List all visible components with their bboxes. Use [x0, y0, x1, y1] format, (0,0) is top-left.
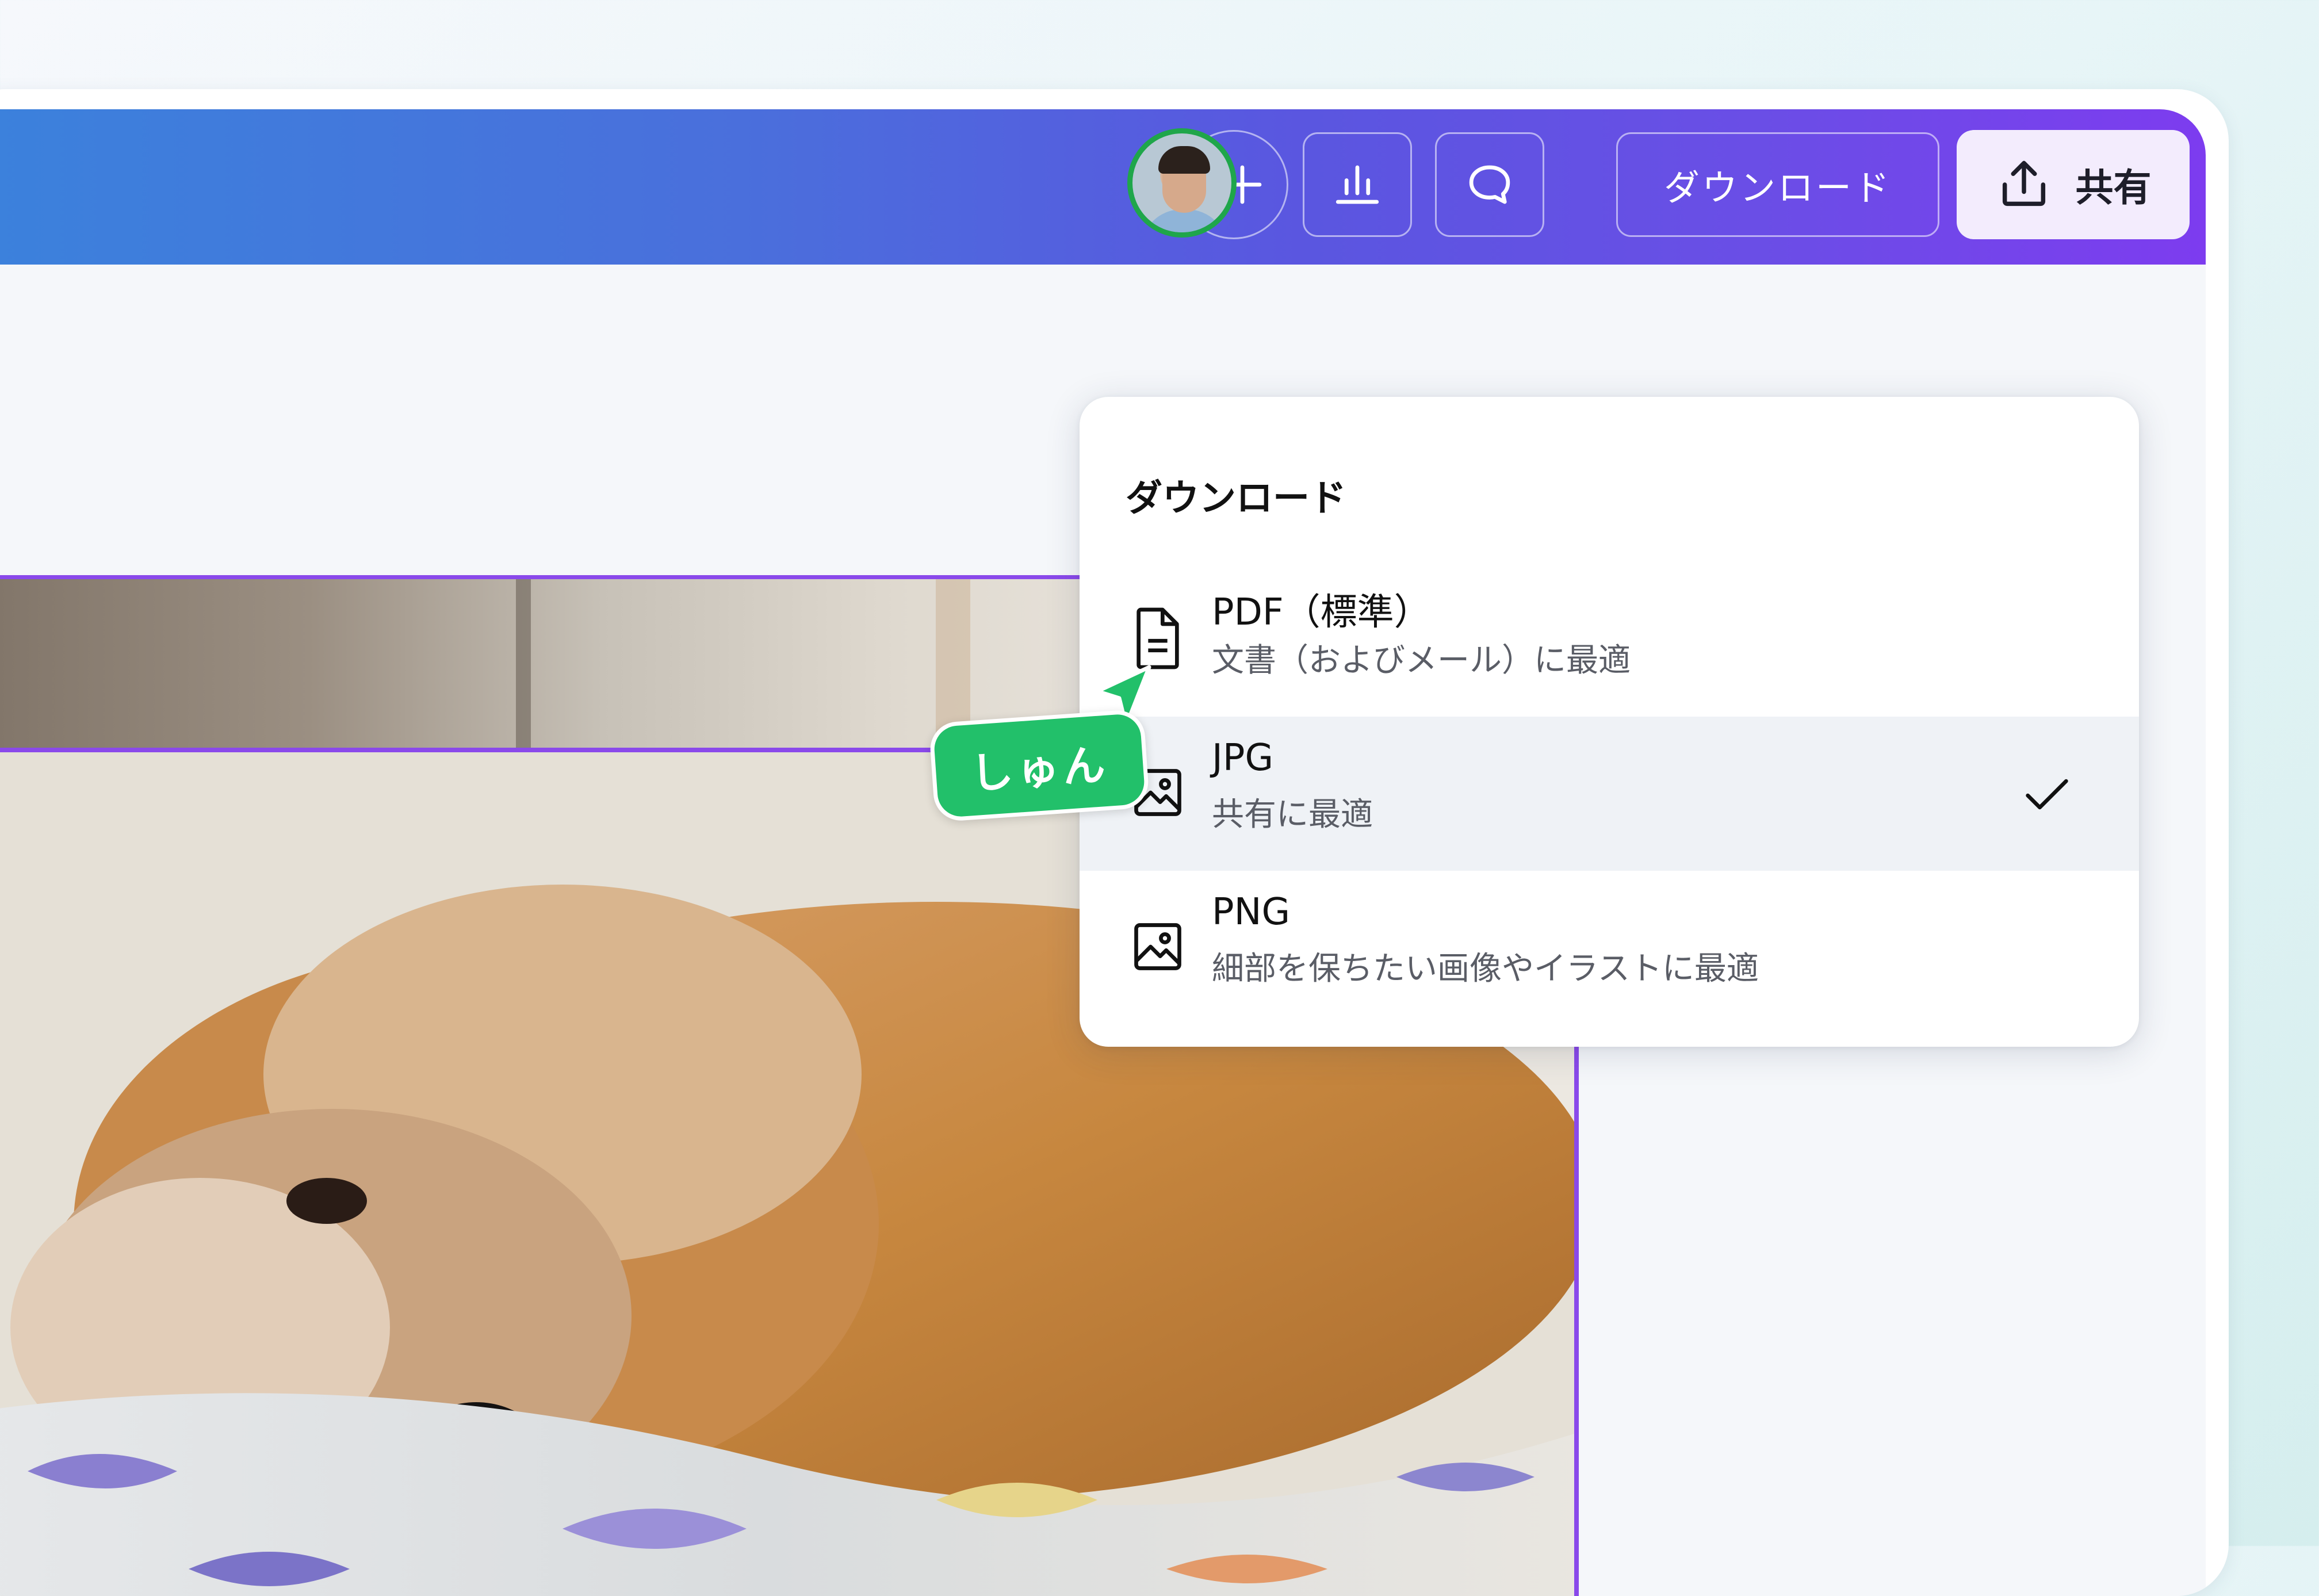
download-button-label: ダウンロード: [1663, 167, 1892, 209]
collaborator-cursor-label: しゅん: [928, 709, 1150, 822]
menu-item-pdf[interactable]: PDF（標準） 文書（およびメール）に最適: [1080, 562, 2139, 717]
download-menu: ダウンロード PDF（標準） 文書（およびメール）に最適 JPG 共有に最適 P…: [1080, 397, 2139, 1047]
comments-button[interactable]: [1435, 132, 1544, 237]
editor-area: ダウンロード 共有 ダウンロード PDF（標準） 文書（およびメール）に最適 J…: [0, 109, 2206, 1596]
comment-icon: [1469, 165, 1510, 204]
avatar[interactable]: [1127, 128, 1237, 238]
share-button-label: 共有: [2075, 166, 2152, 210]
upload-icon: [2002, 160, 2045, 206]
menu-item-description: 共有に最適: [1212, 796, 1373, 833]
menu-item-name: PDF（標準）: [1212, 591, 1431, 634]
bar-chart-icon: [1335, 165, 1379, 204]
download-menu-title: ダウンロード: [1126, 477, 1346, 520]
share-button[interactable]: 共有: [1957, 130, 2190, 239]
menu-item-name: PNG: [1212, 891, 1291, 933]
collaborator-name: しゅん: [969, 740, 1111, 799]
menu-item-png[interactable]: PNG 細部を保ちたい画像やイラストに最適: [1080, 871, 2139, 1025]
check-icon: [2018, 766, 2076, 823]
menu-item-description: 細部を保ちたい画像やイラストに最適: [1212, 950, 1759, 988]
insights-button[interactable]: [1303, 132, 1412, 237]
top-toolbar: ダウンロード 共有: [0, 109, 2206, 265]
image-icon: [1129, 912, 1187, 981]
download-button[interactable]: ダウンロード: [1616, 132, 1939, 237]
app-window: ダウンロード 共有 ダウンロード PDF（標準） 文書（およびメール）に最適 J…: [0, 89, 2229, 1596]
menu-item-description: 文書（およびメール）に最適: [1212, 642, 1631, 679]
menu-item-jpg[interactable]: JPG 共有に最適: [1080, 717, 2139, 871]
menu-item-name: JPG: [1212, 737, 1274, 779]
